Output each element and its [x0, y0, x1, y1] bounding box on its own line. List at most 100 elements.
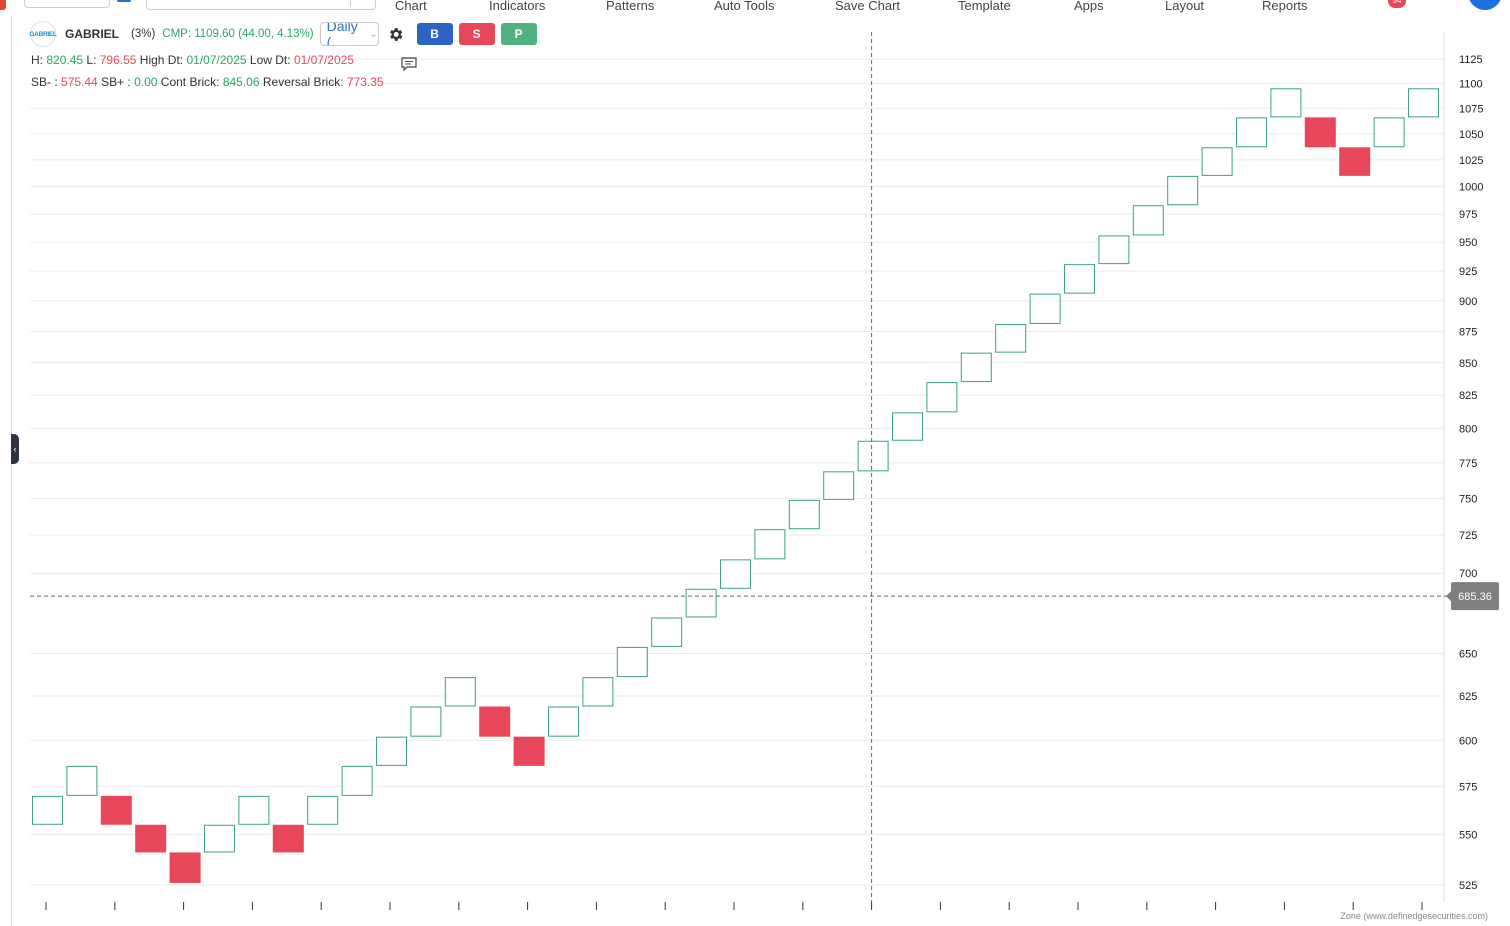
up-brick [995, 323, 1027, 353]
sb-minus-label: SB- : [31, 75, 58, 89]
high-value: 820.45 [46, 53, 84, 67]
up-brick [32, 795, 63, 825]
y-tick-label: 925 [1459, 266, 1477, 278]
high-date-label: High Dt: [139, 53, 184, 67]
up-brick [720, 559, 751, 589]
y-tick-label: 775 [1459, 458, 1477, 470]
y-tick-label: 1025 [1459, 155, 1483, 167]
y-tick-label: 550 [1459, 830, 1477, 842]
up-brick [1064, 264, 1095, 294]
down-brick [1304, 117, 1336, 148]
crosshair: 685.36 [30, 32, 1499, 902]
y-tick-label: 725 [1459, 530, 1477, 542]
down-brick [169, 852, 201, 883]
cont-brick-value: 845.06 [222, 75, 260, 89]
up-brick [1373, 117, 1405, 148]
y-tick-label: 900 [1459, 296, 1477, 308]
up-brick [1270, 88, 1302, 118]
up-brick [960, 352, 992, 383]
reversal-brick-label: Reversal Brick: [262, 75, 344, 89]
down-brick [1339, 147, 1371, 176]
up-brick [66, 765, 98, 796]
up-brick [892, 412, 923, 441]
up-brick [307, 795, 339, 825]
up-brick [788, 499, 820, 530]
bricks [32, 88, 1439, 883]
up-brick [444, 677, 476, 707]
down-brick [272, 824, 304, 853]
company-logo: GABRIEL [29, 21, 57, 47]
y-tick-label: 800 [1459, 423, 1477, 435]
high-date-value: 01/07/2025 [186, 53, 247, 67]
y-tick-label: 975 [1459, 209, 1477, 221]
down-brick [513, 736, 545, 766]
up-brick [1132, 205, 1164, 236]
y-tick-label: 1075 [1459, 103, 1483, 115]
price-tag-label: 685.36 [1458, 591, 1492, 603]
gear-icon[interactable] [387, 25, 405, 43]
down-brick [479, 706, 511, 737]
y-tick-label: 650 [1459, 649, 1477, 661]
interval-dropdown[interactable]: Daily ( ⌄ [319, 22, 379, 46]
up-brick [651, 617, 683, 647]
y-tick-label: 700 [1459, 568, 1477, 580]
renko-chart[interactable]: 685.36 500525550575600625650700725750775… [0, 0, 1510, 926]
up-brick [548, 706, 579, 737]
symbol-header: GABRIEL GABRIEL (3%) CMP: 1109.60 (44.00… [29, 21, 537, 47]
y-tick-label: 1050 [1459, 129, 1483, 141]
down-brick [135, 824, 167, 853]
y-tick-label: 525 [1459, 880, 1477, 892]
chevron-down-icon: ⌄ [369, 28, 378, 40]
up-brick [616, 646, 648, 678]
comment-icon[interactable] [400, 56, 418, 72]
cont-brick-label: Cont Brick: [160, 75, 220, 89]
up-brick [857, 440, 889, 472]
y-tick-label: 875 [1459, 326, 1477, 338]
up-brick [582, 677, 614, 707]
y-tick-label: 1100 [1459, 78, 1483, 90]
up-brick [204, 824, 235, 853]
low-label: L: [86, 53, 97, 67]
sb-plus-value: 0.00 [134, 75, 158, 89]
y-tick-label: 1000 [1459, 182, 1483, 194]
current-price: CMP: 1109.60 (44.00, 4.13%) [162, 28, 314, 40]
up-brick [376, 736, 407, 766]
up-brick [1029, 293, 1061, 324]
buy-button[interactable]: B [416, 23, 453, 45]
sell-button[interactable]: S [458, 23, 495, 45]
down-brick [100, 795, 132, 825]
symbol-name[interactable]: GABRIEL [65, 27, 119, 41]
y-tick-label: 825 [1459, 390, 1477, 402]
high-label: H: [31, 53, 43, 67]
change-percent: (3%) [131, 28, 156, 40]
up-brick [823, 471, 855, 500]
y-tick-label: 1125 [1459, 54, 1483, 66]
y-tick-label: 750 [1459, 493, 1477, 505]
position-button[interactable]: P [500, 23, 537, 45]
up-brick [1236, 117, 1267, 148]
up-brick [1201, 147, 1233, 176]
reversal-brick-value: 773.35 [346, 75, 384, 89]
up-brick [1098, 235, 1130, 265]
up-brick [926, 382, 958, 413]
y-axis-labels: 5005255505756006256507007257507758008258… [1459, 54, 1483, 892]
up-brick [341, 765, 373, 796]
up-brick [685, 588, 717, 618]
up-brick [410, 706, 442, 737]
y-tick-label: 625 [1459, 691, 1477, 703]
y-tick-label: 850 [1459, 358, 1477, 370]
low-date-value: 01/07/2025 [293, 53, 354, 67]
low-value: 796.55 [99, 53, 137, 67]
chart-app: Chart Indicators Patterns Auto Tools Sav… [0, 0, 1510, 926]
watermark: Zone (www.definedgesecurities.com) [1340, 911, 1488, 921]
sb-minus-value: 575.44 [61, 75, 98, 89]
brick-stats-row: SB- : 575.44 SB+ : 0.00 Cont Brick: 845.… [31, 75, 384, 89]
hl-stats-row: H: 820.45 L: 796.55 High Dt: 01/07/2025 … [31, 53, 354, 67]
sb-plus-label: SB+ : [101, 75, 131, 89]
x-axis-ticks [45, 902, 1423, 910]
low-date-label: Low Dt: [249, 53, 291, 67]
up-brick [754, 529, 786, 560]
y-tick-label: 950 [1459, 237, 1477, 249]
up-brick [1408, 88, 1439, 118]
y-tick-label: 600 [1459, 735, 1477, 747]
